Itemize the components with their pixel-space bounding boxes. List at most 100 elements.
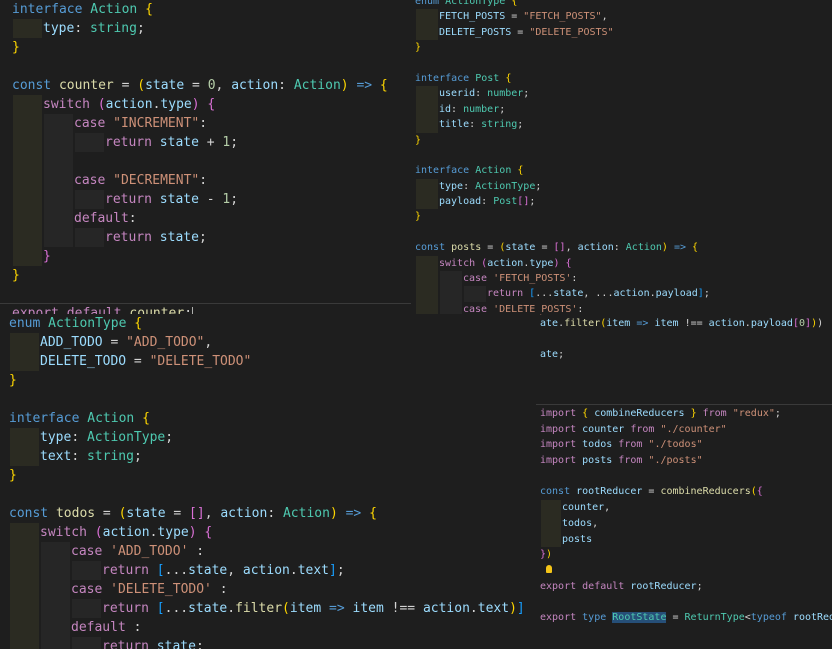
code-token: state (156, 639, 196, 649)
code-line[interactable]: return state; (0, 637, 540, 649)
code-line[interactable]: switch (action.type) { (411, 255, 832, 272)
code-token: Action (282, 506, 330, 521)
code-line[interactable]: enum ActionType { (411, 0, 832, 9)
code-line[interactable] (536, 594, 832, 610)
code-line[interactable]: default: (0, 209, 420, 228)
code-token: interface (9, 411, 80, 426)
code-line[interactable]: id: number; (411, 101, 832, 118)
code-line[interactable]: userid: number; (411, 86, 832, 102)
code-line[interactable] (540, 331, 832, 346)
code-line[interactable]: case 'DELETE_TODO' : (0, 580, 540, 599)
code-text: return [...state, action.text]; (9, 563, 345, 578)
code-line[interactable]: todos, (536, 515, 832, 532)
code-line[interactable] (0, 485, 540, 504)
code-line[interactable]: return [...state, action.text]; (0, 561, 540, 580)
code-line[interactable]: default : (0, 618, 540, 637)
code-line[interactable]: export type RootState = ReturnType<typeo… (536, 610, 832, 626)
code-line[interactable]: const counter = (state = 0, action: Acti… (0, 76, 420, 95)
code-text: } (9, 468, 17, 483)
code-line[interactable]: enum ActionType { (0, 314, 540, 333)
code-line[interactable]: type: string; (0, 19, 420, 38)
code-line[interactable]: } (0, 266, 420, 285)
code-line[interactable]: import { combineReducers } from "redux"; (536, 406, 832, 422)
code-line[interactable]: const todos = (state = [], action: Actio… (0, 504, 540, 523)
code-line[interactable]: title: string; (411, 117, 832, 133)
code-line[interactable]: ADD_TODO = "ADD_TODO", (0, 333, 540, 352)
code-line[interactable]: interface Action { (411, 163, 832, 178)
code-line[interactable]: DELETE_TODO = "DELETE_TODO" (0, 352, 540, 371)
code-line[interactable]: } (411, 209, 832, 224)
code-token: ) (546, 549, 553, 561)
code-token: switch (40, 525, 87, 540)
code-token: = (126, 354, 150, 369)
code-line[interactable]: import posts from "./posts" (536, 453, 832, 469)
code-line[interactable]: export default counter; (0, 304, 420, 314)
code-line[interactable] (0, 390, 540, 409)
code-line[interactable]: return [...state.filter(item => item !==… (0, 599, 540, 618)
code-line[interactable]: ate; (540, 347, 832, 362)
code-line[interactable] (0, 152, 420, 171)
code-token: ) (329, 506, 338, 521)
code-line[interactable]: ate.filter(item => item !== action.paylo… (540, 316, 832, 331)
code-line[interactable]: switch (action.type) { (0, 523, 540, 542)
code-line[interactable]: text: string; (0, 447, 540, 466)
code-line[interactable]: type: ActionType; (0, 428, 540, 447)
counter-code-editor[interactable]: interface Action {type: string;} const co… (0, 0, 420, 314)
code-line[interactable]: return state; (0, 228, 420, 247)
posts-code-fragment[interactable]: ate.filter(item => item !== action.paylo… (540, 316, 832, 402)
code-text: case "INCREMENT": (12, 116, 207, 131)
code-line[interactable]: return state - 1; (0, 190, 420, 209)
code-line[interactable]: const rootReducer = combineReducers({ (536, 484, 832, 500)
root-reducer-code-editor[interactable]: import { combineReducers } from "redux";… (536, 406, 832, 649)
code-line[interactable]: case 'ADD_TODO' : (0, 542, 540, 561)
code-line[interactable]: return state + 1; (0, 133, 420, 152)
lightbulb-icon[interactable] (546, 564, 552, 573)
code-line[interactable]: } (411, 40, 832, 55)
code-token: posts (451, 242, 482, 254)
code-line[interactable]: } (0, 38, 420, 57)
code-line[interactable]: interface Action { (0, 0, 420, 19)
code-line[interactable]: } (0, 247, 420, 266)
code-line[interactable]: import todos from "./todos" (536, 437, 832, 453)
code-token: { (511, 0, 518, 7)
code-line[interactable]: posts (536, 531, 832, 548)
code-line[interactable]: case 'FETCH_POSTS': (411, 271, 832, 287)
code-line[interactable]: FETCH_POSTS = "FETCH_POSTS", (411, 9, 832, 25)
code-line[interactable]: type: ActionType; (411, 178, 832, 195)
code-token: ; (336, 563, 345, 578)
code-text: case 'DELETE_TODO' : (9, 582, 228, 597)
code-line[interactable] (411, 56, 832, 71)
code-line[interactable]: interface Post { (411, 71, 832, 86)
code-line[interactable]: export default rootReducer; (536, 579, 832, 595)
code-line[interactable]: counter, (536, 500, 832, 516)
code-line[interactable] (536, 469, 832, 485)
code-line[interactable]: switch (action.type) { (0, 95, 420, 114)
code-line[interactable]: } (411, 133, 832, 148)
code-line[interactable] (0, 285, 420, 304)
code-token: ( (282, 601, 290, 616)
code-line[interactable] (411, 225, 832, 240)
code-line[interactable]: case "INCREMENT": (0, 114, 420, 133)
code-line[interactable]: } (0, 371, 540, 390)
code-line[interactable]: import counter from "./counter" (536, 422, 832, 438)
code-line[interactable]: }) (536, 547, 832, 563)
code-token: { (142, 411, 150, 426)
code-line[interactable]: } (0, 466, 540, 485)
code-line[interactable]: case "DECREMENT": (0, 171, 420, 190)
code-line[interactable]: payload: Post[]; (411, 194, 832, 210)
code-text: default: (12, 211, 137, 226)
code-line[interactable]: interface Action { (0, 409, 540, 428)
code-line[interactable] (536, 563, 832, 579)
code-token: ; (523, 88, 530, 100)
code-line[interactable] (411, 148, 832, 163)
todos-code-editor[interactable]: enum ActionType {ADD_TODO = "ADD_TODO", D… (0, 314, 540, 649)
code-line[interactable]: return [...state, ...action.payload]; (411, 286, 832, 302)
code-line[interactable]: const posts = (state = [], action: Actio… (411, 240, 832, 255)
code-line[interactable]: DELETE_POSTS = "DELETE_POSTS" (411, 24, 832, 41)
posts-code-editor[interactable]: enum ActionType {FETCH_POSTS = "FETCH_PO… (411, 0, 832, 318)
code-line[interactable] (0, 57, 420, 76)
